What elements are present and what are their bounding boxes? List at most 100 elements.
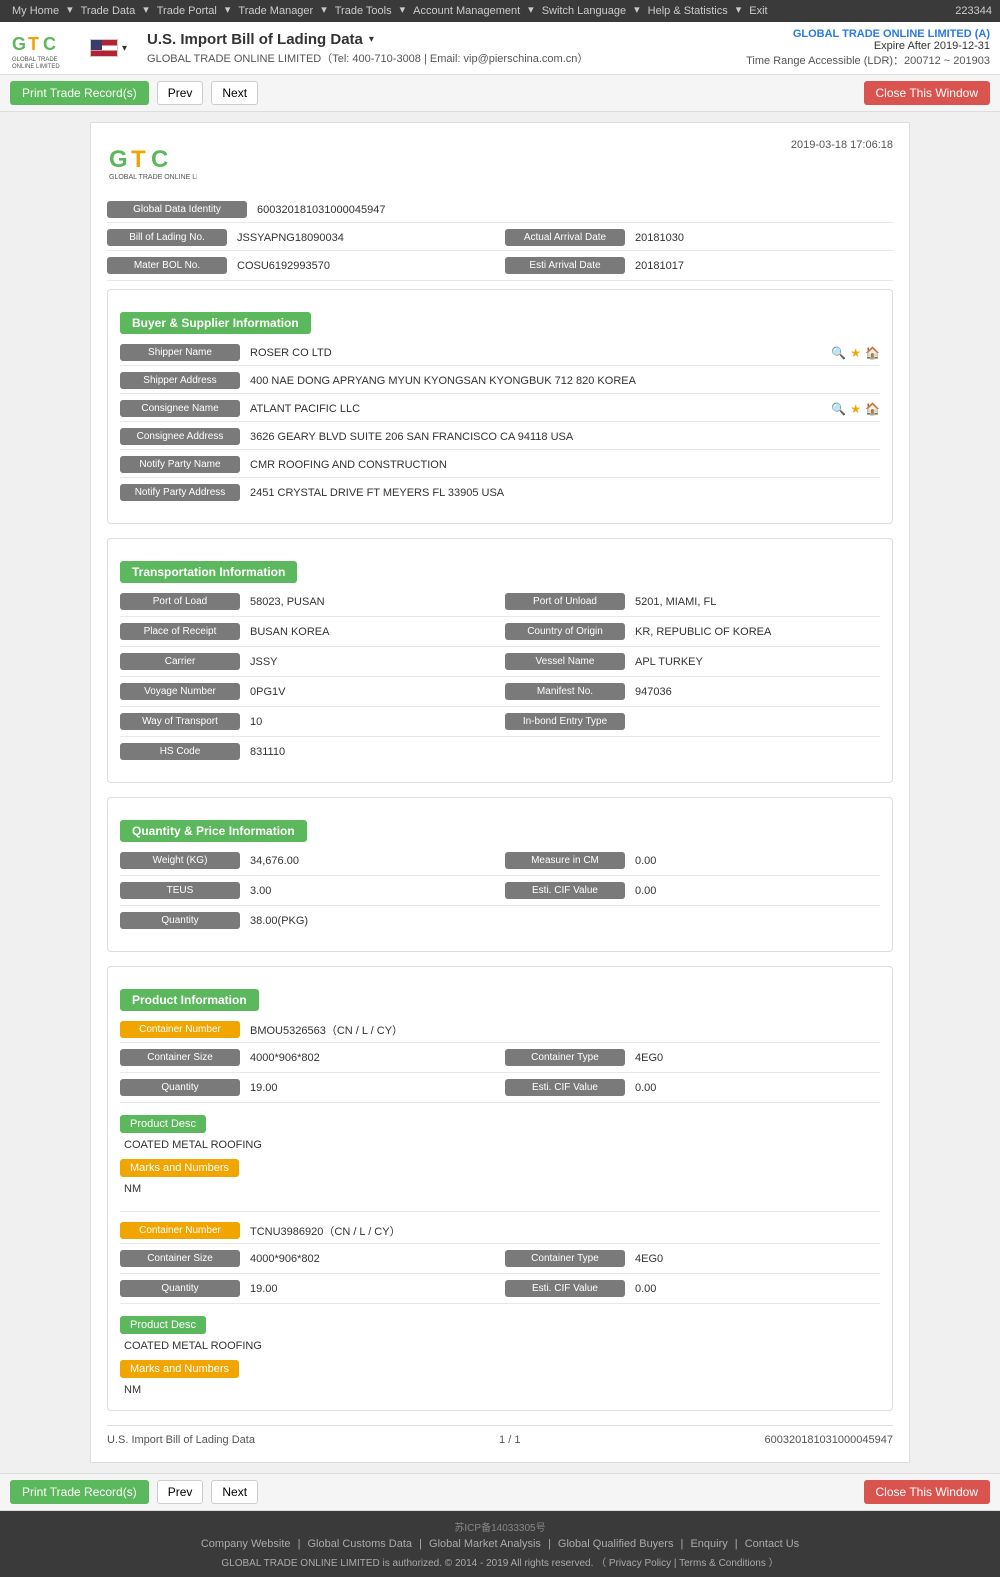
doc-footer-left: U.S. Import Bill of Lading Data: [107, 1434, 255, 1446]
container-1-qty-label: Quantity: [120, 1079, 240, 1096]
container-1-marks-label[interactable]: Marks and Numbers: [120, 1159, 239, 1177]
svg-text:T: T: [28, 34, 39, 54]
voyage-number-value: 0PG1V: [250, 686, 495, 698]
container-1: Container Number BMOU5326563（CN / L / CY…: [120, 1021, 880, 1197]
shipper-name-label: Shipper Name: [120, 344, 240, 361]
prev-button-top[interactable]: Prev: [157, 81, 204, 105]
record-header: G T C GLOBAL TRADE ONLINE LIMITED 2019-0…: [107, 139, 893, 189]
container-1-cif-label: Esti. CIF Value: [505, 1079, 625, 1096]
star-icon[interactable]: ★: [850, 346, 861, 360]
next-button-bottom[interactable]: Next: [211, 1480, 258, 1504]
esti-arrival-value: 20181017: [635, 260, 893, 272]
container-2-marks-block: Marks and Numbers NM: [120, 1354, 880, 1398]
bol-no-col: Bill of Lading No. JSSYAPNG18090034: [107, 229, 495, 246]
nav-trade-manager[interactable]: Trade Manager: [234, 3, 317, 19]
master-bol-row: Mater BOL No. COSU6192993570 Esti Arriva…: [107, 257, 893, 281]
consignee-home-icon[interactable]: 🏠: [865, 402, 880, 416]
receipt-origin-row: Place of Receipt BUSAN KOREA Country of …: [120, 623, 880, 647]
footer-link-contact[interactable]: Contact Us: [745, 1538, 799, 1550]
container-2: Container Number TCNU3986920（CN / L / CY…: [120, 1211, 880, 1398]
consignee-address-value: 3626 GEARY BLVD SUITE 206 SAN FRANCISCO …: [250, 431, 880, 443]
print-button-bottom[interactable]: Print Trade Record(s): [10, 1480, 149, 1504]
footer-link-market[interactable]: Global Market Analysis: [429, 1538, 541, 1550]
container-1-type-label: Container Type: [505, 1049, 625, 1066]
container-2-qty-label: Quantity: [120, 1280, 240, 1297]
nav-menu-items[interactable]: My Home ▾ Trade Data ▾ Trade Portal ▾ Tr…: [8, 3, 772, 19]
home-icon[interactable]: 🏠: [865, 346, 880, 360]
print-button-top[interactable]: Print Trade Record(s): [10, 81, 149, 105]
close-button-top[interactable]: Close This Window: [864, 81, 990, 105]
container-2-product-desc-block: Product Desc COATED METAL ROOFING: [120, 1310, 880, 1354]
footer-link-company[interactable]: Company Website: [201, 1538, 291, 1550]
gtc-logo: G T C GLOBAL TRADE ONLINE LIMITED: [10, 28, 80, 68]
weight-label: Weight (KG): [120, 852, 240, 869]
doc-footer-center: 1 / 1: [499, 1434, 520, 1446]
quantity-label: Quantity: [120, 912, 240, 929]
hs-code-row: HS Code 831110: [120, 743, 880, 764]
nav-exit[interactable]: Exit: [745, 3, 771, 19]
company-name: GLOBAL TRADE ONLINE LIMITED (A): [746, 28, 990, 40]
header-title-area: U.S. Import Bill of Lading Data ▾ GLOBAL…: [137, 31, 746, 66]
container-1-qty-value: 19.00: [250, 1082, 495, 1094]
user-id: 223344: [955, 5, 992, 17]
container-2-qty-cif-row: Quantity 19.00 Esti. CIF Value 0.00: [120, 1280, 880, 1304]
expire-date: Expire After 2019-12-31: [746, 40, 990, 52]
nav-switch-language[interactable]: Switch Language: [538, 3, 630, 19]
transport-inbond-row: Way of Transport 10 In-bond Entry Type: [120, 713, 880, 737]
nav-trade-tools[interactable]: Trade Tools: [331, 3, 396, 19]
page-title: U.S. Import Bill of Lading Data: [147, 31, 363, 48]
doc-footer: U.S. Import Bill of Lading Data 1 / 1 60…: [107, 1425, 893, 1446]
nav-trade-portal[interactable]: Trade Portal: [153, 3, 221, 19]
port-of-load-value: 58023, PUSAN: [250, 596, 495, 608]
svg-text:C: C: [43, 34, 56, 54]
record-datetime: 2019-03-18 17:06:18: [791, 139, 893, 151]
footer-link-customs[interactable]: Global Customs Data: [308, 1538, 413, 1550]
place-of-receipt-value: BUSAN KOREA: [250, 626, 495, 638]
action-bar-top: Print Trade Record(s) Prev Next Close Th…: [0, 75, 1000, 112]
footer-link-buyers[interactable]: Global Qualified Buyers: [558, 1538, 674, 1550]
master-bol-col: Mater BOL No. COSU6192993570: [107, 257, 495, 274]
shipper-address-row: Shipper Address 400 NAE DONG APRYANG MYU…: [120, 372, 880, 394]
container-2-type-value: 4EG0: [635, 1253, 880, 1265]
port-row: Port of Load 58023, PUSAN Port of Unload…: [120, 593, 880, 617]
nav-my-home[interactable]: My Home: [8, 3, 63, 19]
bol-no-label: Bill of Lading No.: [107, 229, 227, 246]
main-content: G T C GLOBAL TRADE ONLINE LIMITED 2019-0…: [90, 122, 910, 1463]
flag-area[interactable]: ▾: [90, 39, 127, 57]
footer-copyright: GLOBAL TRADE ONLINE LIMITED is authorize…: [8, 1554, 992, 1569]
container-2-size-label: Container Size: [120, 1250, 240, 1267]
measure-cm-value: 0.00: [635, 855, 880, 867]
consignee-star-icon[interactable]: ★: [850, 402, 861, 416]
shipper-icons: 🔍 ★ 🏠: [831, 346, 880, 360]
quantity-row: Quantity 38.00(PKG): [120, 912, 880, 933]
container-2-size-type-row: Container Size 4000*906*802 Container Ty…: [120, 1250, 880, 1274]
footer-links[interactable]: Company Website | Global Customs Data | …: [8, 1538, 992, 1550]
close-button-bottom[interactable]: Close This Window: [864, 1480, 990, 1504]
container-2-product-desc-label[interactable]: Product Desc: [120, 1316, 206, 1334]
container-1-product-desc-label[interactable]: Product Desc: [120, 1115, 206, 1133]
manifest-no-value: 947036: [635, 686, 880, 698]
search-icon[interactable]: 🔍: [831, 346, 846, 360]
svg-text:G: G: [12, 34, 26, 54]
svg-text:G: G: [109, 146, 128, 173]
consignee-search-icon[interactable]: 🔍: [831, 402, 846, 416]
consignee-address-label: Consignee Address: [120, 428, 240, 445]
container-2-marks-label[interactable]: Marks and Numbers: [120, 1360, 239, 1378]
esti-arrival-label: Esti Arrival Date: [505, 257, 625, 274]
flag-dropdown-arrow[interactable]: ▾: [122, 43, 127, 54]
nav-trade-data[interactable]: Trade Data: [77, 3, 140, 19]
svg-text:ONLINE LIMITED: ONLINE LIMITED: [12, 64, 60, 68]
next-button-top[interactable]: Next: [211, 81, 258, 105]
prev-button-bottom[interactable]: Prev: [157, 1480, 204, 1504]
buyer-supplier-section: Buyer & Supplier Information Shipper Nam…: [107, 289, 893, 524]
action-bar-bottom: Print Trade Record(s) Prev Next Close Th…: [0, 1473, 1000, 1511]
way-of-transport-value: 10: [250, 716, 495, 728]
footer-link-enquiry[interactable]: Enquiry: [690, 1538, 727, 1550]
title-dropdown-arrow[interactable]: ▾: [369, 34, 374, 45]
nav-account-management[interactable]: Account Management: [409, 3, 524, 19]
record-gtc-logo: G T C GLOBAL TRADE ONLINE LIMITED: [107, 139, 197, 189]
buyer-supplier-header: Buyer & Supplier Information: [120, 312, 311, 334]
container-2-size-value: 4000*906*802: [250, 1253, 495, 1265]
nav-help-statistics[interactable]: Help & Statistics: [644, 3, 732, 19]
consignee-name-row: Consignee Name ATLANT PACIFIC LLC 🔍 ★ 🏠: [120, 400, 880, 422]
